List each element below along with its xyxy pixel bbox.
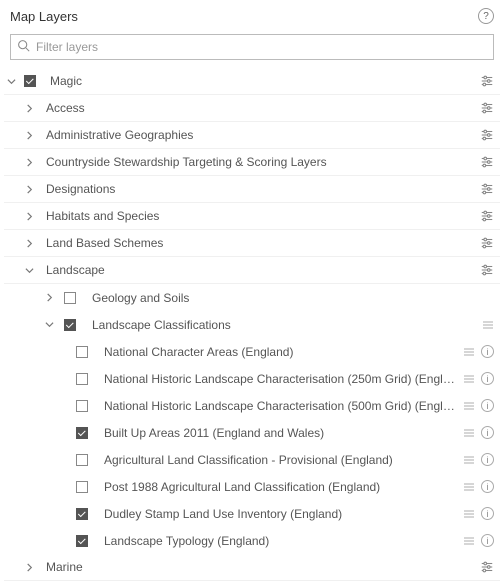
layer-label: National Historic Landscape Characterisa… bbox=[104, 372, 457, 386]
layer-group-landscape[interactable]: Landscape bbox=[4, 257, 500, 284]
chevron-right-icon[interactable] bbox=[42, 293, 56, 302]
sliders-icon[interactable] bbox=[480, 101, 494, 115]
layer-label: Access bbox=[46, 101, 474, 115]
info-icon[interactable]: i bbox=[481, 480, 494, 493]
sliders-icon[interactable] bbox=[480, 182, 494, 196]
drag-handle-icon[interactable] bbox=[463, 346, 475, 358]
layer-label: Built Up Areas 2011 (England and Wales) bbox=[104, 426, 457, 440]
layer-label: Magic bbox=[50, 74, 474, 88]
layer-item[interactable]: Landscape Typology (England) i bbox=[4, 527, 500, 554]
layer-label: Countryside Stewardship Targeting & Scor… bbox=[46, 155, 474, 169]
layer-label: Land Based Schemes bbox=[46, 236, 474, 250]
checkbox-layer[interactable] bbox=[76, 454, 88, 466]
checkbox-layer[interactable] bbox=[76, 508, 88, 520]
sliders-icon[interactable] bbox=[480, 236, 494, 250]
layer-label: Marine bbox=[46, 560, 474, 574]
drag-handle-icon[interactable] bbox=[463, 481, 475, 493]
info-icon[interactable]: i bbox=[481, 534, 494, 547]
layer-label: Geology and Soils bbox=[92, 291, 488, 305]
layer-label: Designations bbox=[46, 182, 474, 196]
info-icon[interactable]: i bbox=[481, 426, 494, 439]
chevron-right-icon[interactable] bbox=[22, 158, 36, 167]
search-row bbox=[0, 30, 504, 68]
chevron-right-icon[interactable] bbox=[22, 239, 36, 248]
layer-item[interactable]: National Historic Landscape Characterisa… bbox=[4, 365, 500, 392]
sliders-icon[interactable] bbox=[480, 560, 494, 574]
layer-item[interactable]: National Historic Landscape Characterisa… bbox=[4, 392, 500, 419]
layer-item[interactable]: Agricultural Land Classification - Provi… bbox=[4, 446, 500, 473]
layer-label: National Character Areas (England) bbox=[104, 345, 457, 359]
layer-group-habitats-and-species[interactable]: Habitats and Species bbox=[4, 203, 500, 230]
chevron-right-icon[interactable] bbox=[22, 185, 36, 194]
checkbox-layer[interactable] bbox=[76, 373, 88, 385]
layer-label: Landscape bbox=[46, 263, 474, 277]
chevron-right-icon[interactable] bbox=[22, 212, 36, 221]
sliders-icon[interactable] bbox=[480, 209, 494, 223]
drag-handle-icon[interactable] bbox=[463, 373, 475, 385]
search-box[interactable] bbox=[10, 34, 494, 60]
search-icon bbox=[17, 39, 30, 55]
info-icon[interactable]: i bbox=[481, 507, 494, 520]
panel-title: Map Layers bbox=[10, 9, 78, 24]
checkbox-magic[interactable] bbox=[24, 75, 36, 87]
panel-header: Map Layers ? bbox=[0, 0, 504, 30]
chevron-right-icon[interactable] bbox=[22, 131, 36, 140]
checkbox-layer[interactable] bbox=[76, 400, 88, 412]
layer-group-countryside-stewardship-targeting-scoring-layers[interactable]: Countryside Stewardship Targeting & Scor… bbox=[4, 149, 500, 176]
map-layers-panel: Map Layers ? Magic Access bbox=[0, 0, 504, 581]
chevron-down-icon[interactable] bbox=[4, 77, 18, 86]
layer-tree: Magic Access Administrative Geographies bbox=[0, 68, 504, 581]
checkbox-subgroup[interactable] bbox=[64, 292, 76, 304]
drag-handle-icon[interactable] bbox=[463, 535, 475, 547]
info-icon[interactable]: i bbox=[481, 372, 494, 385]
checkbox-layer[interactable] bbox=[76, 535, 88, 547]
layer-subgroup-landscape-classifications[interactable]: Landscape Classifications bbox=[4, 311, 500, 338]
drag-handle-icon[interactable] bbox=[463, 454, 475, 466]
layer-group-access[interactable]: Access bbox=[4, 95, 500, 122]
layer-label: Post 1988 Agricultural Land Classificati… bbox=[104, 480, 457, 494]
layer-label: National Historic Landscape Characterisa… bbox=[104, 399, 457, 413]
layer-item[interactable]: Built Up Areas 2011 (England and Wales) … bbox=[4, 419, 500, 446]
checkbox-layer[interactable] bbox=[76, 481, 88, 493]
checkbox-subgroup[interactable] bbox=[64, 319, 76, 331]
help-icon[interactable]: ? bbox=[478, 8, 494, 24]
layer-item[interactable]: Dudley Stamp Land Use Inventory (England… bbox=[4, 500, 500, 527]
drag-handle-icon[interactable] bbox=[463, 427, 475, 439]
layer-label: Landscape Classifications bbox=[92, 318, 476, 332]
chevron-down-icon[interactable] bbox=[22, 266, 36, 275]
layer-group-designations[interactable]: Designations bbox=[4, 176, 500, 203]
layer-label: Landscape Typology (England) bbox=[104, 534, 457, 548]
sliders-icon[interactable] bbox=[480, 155, 494, 169]
layer-item[interactable]: National Character Areas (England) i bbox=[4, 338, 500, 365]
sliders-icon[interactable] bbox=[480, 263, 494, 277]
layer-label: Habitats and Species bbox=[46, 209, 474, 223]
checkbox-layer[interactable] bbox=[76, 346, 88, 358]
layer-label: Administrative Geographies bbox=[46, 128, 474, 142]
info-icon[interactable]: i bbox=[481, 345, 494, 358]
drag-handle-icon[interactable] bbox=[463, 400, 475, 412]
chevron-right-icon[interactable] bbox=[22, 104, 36, 113]
drag-handle-icon[interactable] bbox=[463, 508, 475, 520]
checkbox-layer[interactable] bbox=[76, 427, 88, 439]
layer-group-marine[interactable]: Marine bbox=[4, 554, 500, 581]
layer-subgroup-geology-and-soils[interactable]: Geology and Soils bbox=[4, 284, 500, 311]
info-icon[interactable]: i bbox=[481, 399, 494, 412]
info-icon[interactable]: i bbox=[481, 453, 494, 466]
layer-label: Dudley Stamp Land Use Inventory (England… bbox=[104, 507, 457, 521]
sliders-icon[interactable] bbox=[480, 128, 494, 142]
chevron-right-icon[interactable] bbox=[22, 563, 36, 572]
layer-group-administrative-geographies[interactable]: Administrative Geographies bbox=[4, 122, 500, 149]
sliders-icon[interactable] bbox=[480, 74, 494, 88]
layer-group-land-based-schemes[interactable]: Land Based Schemes bbox=[4, 230, 500, 257]
drag-handle-icon[interactable] bbox=[482, 319, 494, 331]
search-input[interactable] bbox=[30, 40, 487, 54]
chevron-down-icon[interactable] bbox=[42, 320, 56, 329]
layer-group-magic[interactable]: Magic bbox=[4, 68, 500, 95]
layer-item[interactable]: Post 1988 Agricultural Land Classificati… bbox=[4, 473, 500, 500]
layer-label: Agricultural Land Classification - Provi… bbox=[104, 453, 457, 467]
